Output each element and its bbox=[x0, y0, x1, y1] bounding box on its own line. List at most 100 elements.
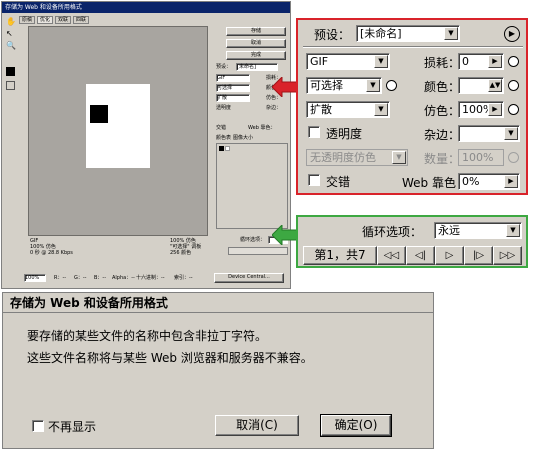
device-central-button[interactable]: Device Central... bbox=[214, 273, 284, 283]
palette-modify-icon[interactable] bbox=[386, 80, 397, 91]
mini-done-button[interactable]: 完成 bbox=[226, 51, 286, 60]
first-frame-button[interactable]: ◁◁ bbox=[377, 246, 406, 265]
interlaced-label: 交错 bbox=[326, 175, 351, 189]
mini-palette-select[interactable]: 可选择 bbox=[216, 84, 250, 92]
tab-color-table[interactable]: 颜色表 bbox=[216, 135, 231, 141]
next-frame-button[interactable]: |▷ bbox=[464, 246, 493, 265]
web-snap-value: 0% bbox=[462, 175, 480, 188]
green-callout-arrow bbox=[272, 225, 298, 245]
mini-title-bar: 存储为 Web 和设备所用格式 bbox=[2, 2, 290, 13]
amount-modify-icon bbox=[508, 152, 519, 163]
mini-interlaced-checkbox[interactable]: 交错 bbox=[216, 125, 226, 131]
status-alpha: Alpha：-- bbox=[112, 275, 135, 281]
separator bbox=[303, 46, 523, 48]
mini-nav-controls[interactable] bbox=[228, 247, 288, 255]
toggle-slices-icon[interactable] bbox=[6, 81, 15, 90]
status-r: R：-- bbox=[54, 275, 67, 281]
amount-label: 数量： bbox=[424, 152, 461, 166]
mini-screenshot: 存储为 Web 和设备所用格式 ✋ ↖ 🔍 原稿 优化 双联 四联 GIF 10… bbox=[1, 1, 291, 289]
up-down-spinner-icon: ▲▼ bbox=[488, 79, 502, 92]
hand-tool-icon[interactable]: ✋ bbox=[6, 17, 16, 26]
transparency-checkbox[interactable] bbox=[308, 126, 320, 138]
lossy-field[interactable]: 0 ▶ bbox=[458, 53, 504, 70]
status-g: G：-- bbox=[74, 275, 87, 281]
previous-frame-button[interactable]: ◁| bbox=[406, 246, 435, 265]
preset-label: 预设： bbox=[314, 28, 351, 42]
loop-options-select[interactable]: 永远 ▼ bbox=[434, 222, 522, 239]
mini-transparency-checkbox[interactable]: 透明度 bbox=[216, 105, 231, 111]
mini-save-button[interactable]: 存储 bbox=[226, 27, 286, 36]
mini-color-table-tabs: 颜色表 图像大小 bbox=[216, 135, 286, 141]
format-value: GIF bbox=[310, 55, 329, 68]
loop-options-label: 循环选项： bbox=[362, 225, 423, 239]
transparency-dither-value: 无透明度仿色 bbox=[310, 151, 376, 164]
ok-button[interactable]: 确定(O) bbox=[320, 414, 392, 437]
status-b: B：-- bbox=[94, 275, 107, 281]
mini-loop-label: 循环选项： bbox=[240, 237, 266, 243]
black-square-shape bbox=[90, 105, 108, 123]
chevron-down-icon: ▼ bbox=[374, 55, 388, 68]
cancel-button[interactable]: 取消(C) bbox=[215, 415, 299, 436]
web-snap-field[interactable]: 0% ▶ bbox=[458, 173, 520, 190]
dialog-message-line-1: 要存储的某些文件的名称中包含非拉丁字符。 bbox=[27, 329, 268, 343]
preview-canvas[interactable] bbox=[28, 26, 208, 236]
mini-tab-bar: 原稿 优化 双联 四联 bbox=[19, 16, 209, 24]
dither-field[interactable]: 100% ▶ bbox=[458, 101, 504, 118]
matte-select[interactable]: ▼ bbox=[458, 125, 520, 142]
warning-dialog: 存储为 Web 和设备所用格式 要存储的某些文件的名称中包含非拉丁字符。 这些文… bbox=[2, 292, 434, 449]
format-select[interactable]: GIF ▼ bbox=[306, 53, 390, 70]
zoom-level-select[interactable]: 100% bbox=[24, 274, 46, 282]
play-button[interactable]: ▷ bbox=[435, 246, 464, 265]
amount-field: 100% bbox=[458, 149, 504, 166]
eyedropper-color-swatch[interactable] bbox=[6, 67, 15, 76]
mini-format-select[interactable]: GIF bbox=[216, 74, 250, 82]
color-swatch[interactable] bbox=[225, 146, 230, 151]
mini-web-snap-label: Web 靠色： bbox=[248, 125, 276, 131]
optimization-info-left: GIF 100% 仿色 0 秒 @ 28.8 Kbps bbox=[30, 238, 73, 256]
mini-dither-select[interactable]: 扩散 bbox=[216, 94, 250, 102]
preset-select[interactable]: [未命名] ▼ bbox=[356, 25, 460, 42]
dont-show-again-checkbox[interactable] bbox=[32, 420, 44, 432]
mini-cancel-button[interactable]: 取消 bbox=[226, 39, 286, 48]
chevron-down-icon: ▼ bbox=[392, 151, 406, 164]
optimize-menu-icon[interactable]: ▶ bbox=[504, 26, 520, 42]
lossy-modify-icon[interactable] bbox=[508, 56, 519, 67]
tab-optimized[interactable]: 优化 bbox=[37, 16, 54, 24]
colors-stepper[interactable]: ▲▼ bbox=[458, 77, 504, 94]
dither-algorithm-select[interactable]: 扩散 ▼ bbox=[306, 101, 390, 118]
tab-4-up[interactable]: 四联 bbox=[73, 16, 90, 24]
optimize-settings-zoom: 预设： [未命名] ▼ ▶ GIF ▼ 损耗： 0 ▶ 可选择 ▼ 颜色： ▲▼… bbox=[296, 18, 528, 195]
chevron-down-icon: ▼ bbox=[374, 103, 388, 116]
tab-original[interactable]: 原稿 bbox=[19, 16, 36, 24]
chevron-down-icon: ▼ bbox=[366, 79, 380, 92]
dialog-title: 存储为 Web 和设备所用格式 bbox=[3, 293, 433, 313]
dither-modify-icon[interactable] bbox=[508, 104, 519, 115]
mini-preset-select[interactable]: [未命名] bbox=[236, 63, 278, 71]
colors-label: 颜色： bbox=[424, 80, 461, 94]
last-frame-button[interactable]: ▷▷ bbox=[493, 246, 522, 265]
mini-color-table bbox=[216, 143, 288, 229]
status-index: 索引：-- bbox=[174, 275, 193, 281]
tab-image-size[interactable]: 图像大小 bbox=[233, 135, 253, 141]
zoom-tool-icon[interactable]: 🔍 bbox=[6, 41, 16, 50]
lossy-label: 损耗： bbox=[424, 56, 461, 70]
red-callout-arrow bbox=[272, 77, 298, 97]
chevron-down-icon: ▼ bbox=[444, 27, 458, 40]
dont-show-again-label: 不再显示 bbox=[48, 420, 97, 434]
loop-options-value: 永远 bbox=[438, 224, 460, 237]
dither-algorithm-value: 扩散 bbox=[310, 103, 332, 116]
interlaced-checkbox[interactable] bbox=[308, 174, 320, 186]
tab-2-up[interactable]: 双联 bbox=[55, 16, 72, 24]
colors-modify-icon[interactable] bbox=[508, 80, 519, 91]
chevron-down-icon: ▼ bbox=[504, 127, 518, 140]
frame-counter: 第1，共7 bbox=[303, 246, 377, 265]
status-hex: 十六进制：-- bbox=[136, 275, 165, 281]
mini-matte-label: 杂边： bbox=[266, 105, 282, 111]
transparency-dither-select: 无透明度仿色 ▼ bbox=[306, 149, 408, 166]
slice-select-tool-icon[interactable]: ↖ bbox=[6, 29, 15, 38]
palette-select[interactable]: 可选择 ▼ bbox=[306, 77, 382, 94]
color-swatch[interactable] bbox=[219, 146, 224, 151]
chevron-right-icon: ▶ bbox=[488, 55, 502, 68]
optimization-info-right: 100% 仿色 "可选择" 调板 256 颜色 bbox=[170, 238, 202, 256]
mini-preset-label: 预设： bbox=[216, 64, 232, 70]
